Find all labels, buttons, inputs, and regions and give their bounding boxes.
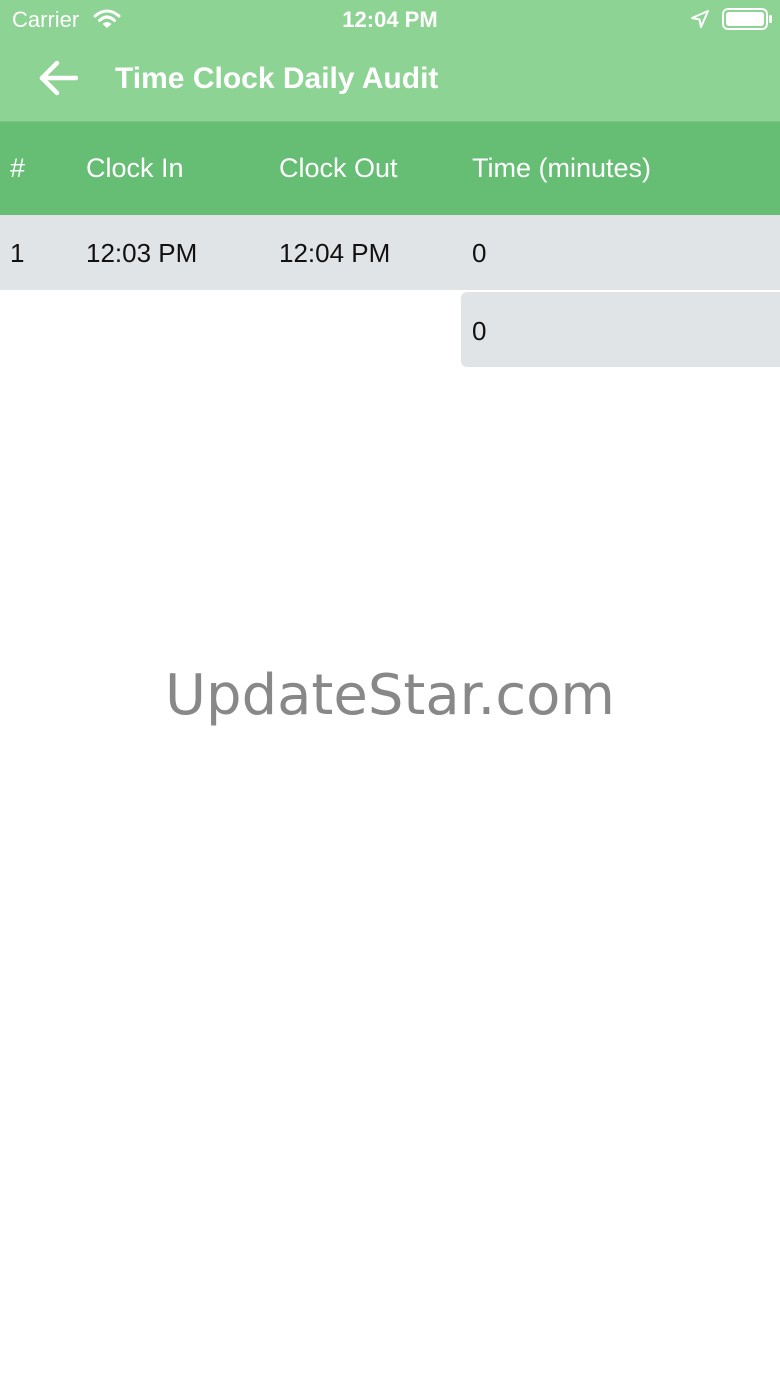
column-header-number: # <box>10 153 26 183</box>
battery-icon <box>722 8 774 30</box>
column-header-clock-out: Clock Out <box>279 153 398 183</box>
table-header: # Clock In Clock Out Time (minutes) <box>0 122 780 215</box>
total-minutes-value: 0 <box>472 316 487 346</box>
top-bar: Carrier 12:04 PM Time Clock Daily Audit <box>0 0 780 122</box>
total-minutes-box: 0 <box>461 292 780 367</box>
location-arrow-icon <box>690 9 710 29</box>
status-time: 12:04 PM <box>342 7 438 32</box>
row-number: 1 <box>10 238 25 268</box>
status-bar: Carrier 12:04 PM <box>0 0 780 40</box>
back-button[interactable] <box>32 56 84 104</box>
column-header-time-minutes: Time (minutes) <box>472 153 652 183</box>
table-row: 1 12:03 PM 12:04 PM 0 <box>0 215 780 290</box>
arrow-left-icon <box>38 60 79 101</box>
row-minutes: 0 <box>472 238 487 268</box>
watermark: UpdateStar.com <box>165 663 615 728</box>
page-title: Time Clock Daily Audit <box>115 62 439 95</box>
row-clock-out: 12:04 PM <box>279 238 391 268</box>
row-clock-in: 12:03 PM <box>86 238 198 268</box>
column-header-clock-in: Clock In <box>86 153 184 183</box>
screen: Carrier 12:04 PM Time Clock Daily Audit … <box>0 0 780 1387</box>
nav-bar: Time Clock Daily Audit <box>0 40 780 121</box>
